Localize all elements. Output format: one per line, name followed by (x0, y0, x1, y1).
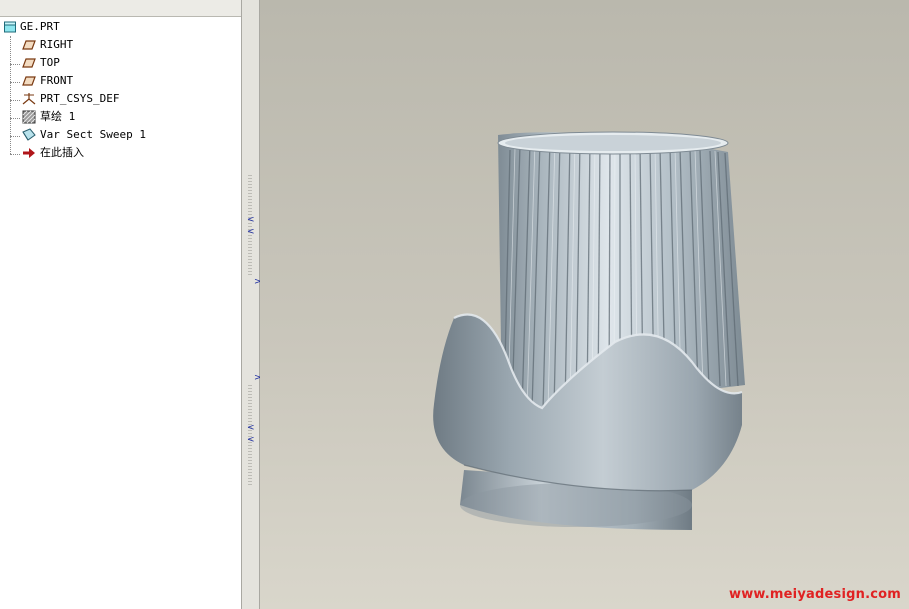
tree-item-var-sect-sweep[interactable]: Var Sect Sweep 1 (0, 126, 241, 144)
tree-item-label: RIGHT (40, 38, 74, 51)
panel-splitter[interactable]: < < > > < < (241, 0, 262, 609)
datum-plane-icon (22, 40, 36, 50)
part-icon (4, 21, 16, 33)
tree-item-label: TOP (40, 56, 60, 69)
tree-item-label: 在此插入 (40, 146, 84, 159)
collapse-left-icon[interactable]: < (247, 424, 255, 433)
tree-item-label: 草绘 1 (40, 110, 76, 123)
datum-plane-icon (22, 76, 36, 86)
model-tree-header (0, 0, 241, 17)
model-tree-panel: GE.PRT RIGHT TOP FRONT PRT_CSYS_DEF 草绘 1… (0, 0, 241, 609)
tree-item-part[interactable]: GE.PRT (0, 18, 241, 36)
3d-graphics-viewport[interactable]: www.meiyadesign.com (260, 0, 909, 609)
sketch-icon (22, 110, 36, 124)
coordinate-system-icon (22, 93, 36, 105)
datum-plane-icon (22, 58, 36, 68)
tree-item-label: PRT_CSYS_DEF (40, 92, 120, 105)
tree-item-front-plane[interactable]: FRONT (0, 72, 241, 90)
sweep-icon (22, 128, 36, 141)
splitter-grip[interactable] (248, 175, 252, 275)
watermark-text: www.meiyadesign.com (728, 587, 901, 602)
collapse-left-icon[interactable]: < (247, 228, 255, 237)
tree-item-insert-here[interactable]: 在此插入 (0, 144, 241, 162)
insert-here-arrow-icon (23, 148, 35, 158)
collapse-left-icon[interactable]: < (247, 436, 255, 445)
tree-item-label: Var Sect Sweep 1 (40, 128, 146, 141)
tree-item-sketch[interactable]: 草绘 1 (0, 108, 241, 126)
collapse-left-icon[interactable]: < (247, 216, 255, 225)
model-tree-list: GE.PRT RIGHT TOP FRONT PRT_CSYS_DEF 草绘 1… (0, 18, 241, 162)
tree-item-top-plane[interactable]: TOP (0, 54, 241, 72)
3d-model-rendering (433, 131, 745, 530)
tree-item-label: FRONT (40, 74, 74, 87)
tree-item-label: GE.PRT (20, 20, 60, 33)
tree-item-csys[interactable]: PRT_CSYS_DEF (0, 90, 241, 108)
tree-item-right-plane[interactable]: RIGHT (0, 36, 241, 54)
